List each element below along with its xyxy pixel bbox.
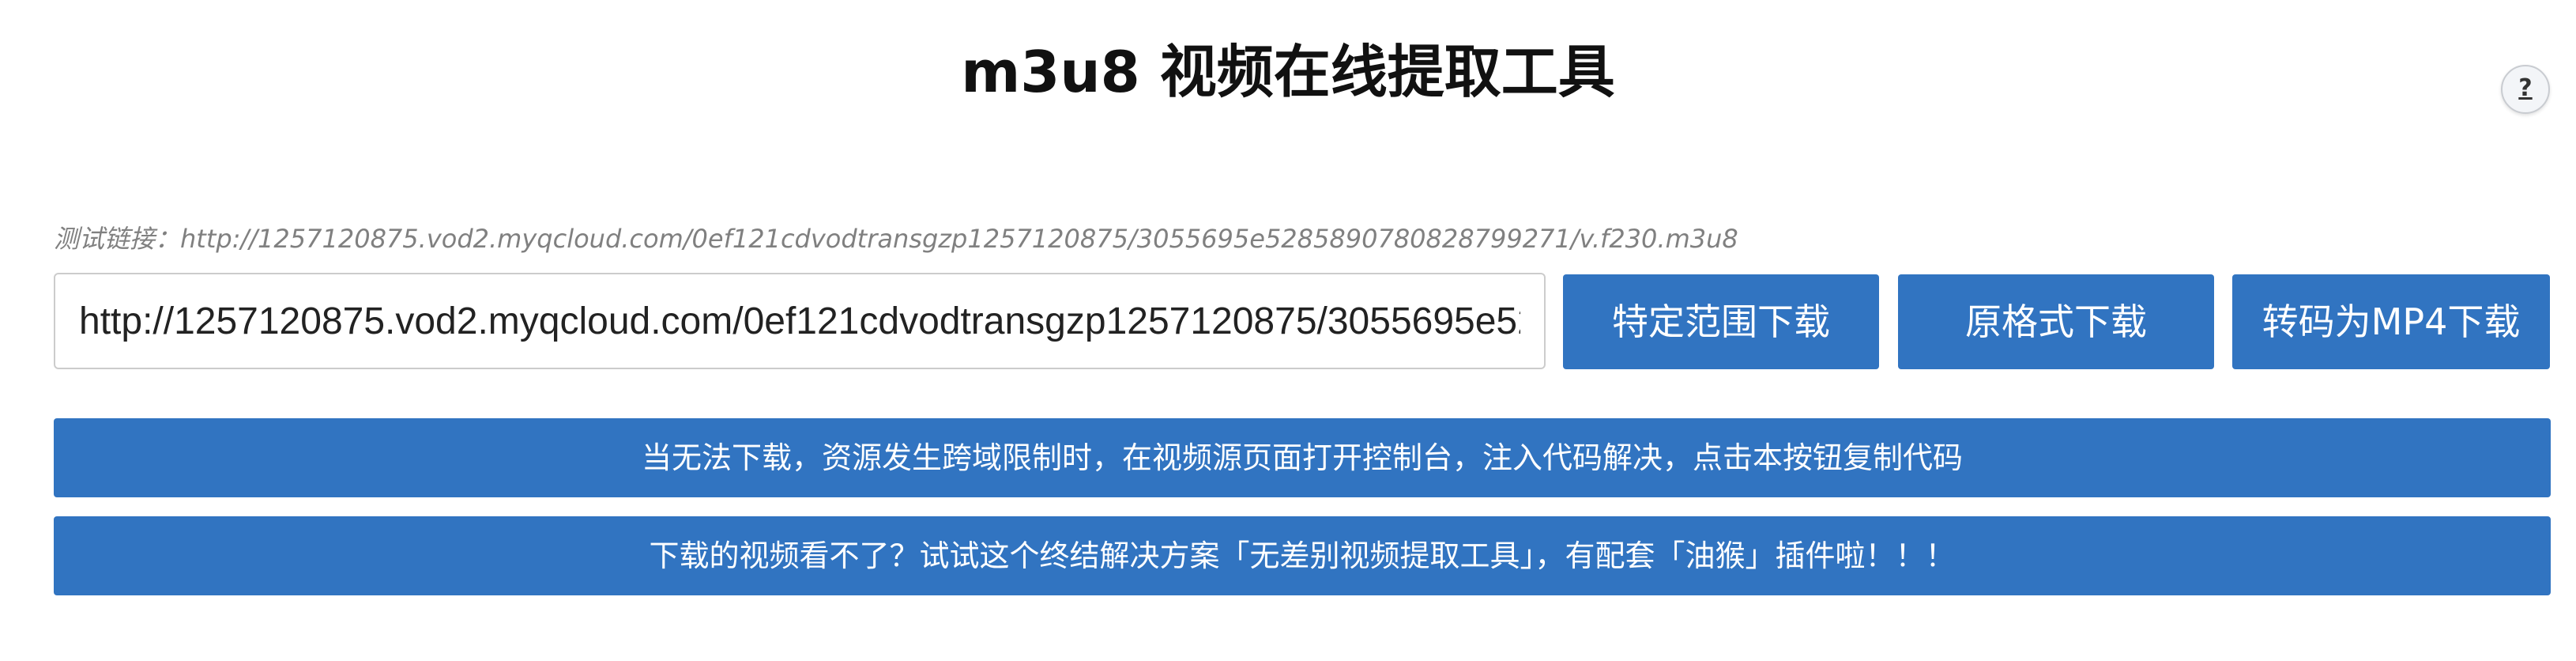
test-link-hint: 测试链接：http://1257120875.vod2.myqcloud.com…: [54, 221, 1738, 256]
range-download-button[interactable]: 特定范围下载: [1563, 274, 1879, 369]
original-format-download-button[interactable]: 原格式下载: [1898, 274, 2214, 369]
test-link-url[interactable]: http://1257120875.vod2.myqcloud.com/0ef1…: [180, 224, 1738, 254]
help-button[interactable]: ?: [2501, 65, 2550, 114]
test-link-label: 测试链接：: [54, 224, 181, 254]
convert-mp4-download-button[interactable]: 转码为MP4下载: [2232, 274, 2550, 369]
copy-inject-code-button[interactable]: 当无法下载，资源发生跨域限制时，在视频源页面打开控制台，注入代码解决，点击本按钮…: [54, 418, 2551, 497]
universal-extractor-button[interactable]: 下载的视频看不了？试试这个终结解决方案「无差别视频提取工具」，有配套「油猴」插件…: [54, 516, 2551, 595]
page: m3u8 视频在线提取工具 ? 测试链接：http://1257120875.v…: [0, 0, 2576, 661]
page-title: m3u8 视频在线提取工具: [961, 39, 1615, 105]
m3u8-url-input[interactable]: [54, 273, 1546, 369]
